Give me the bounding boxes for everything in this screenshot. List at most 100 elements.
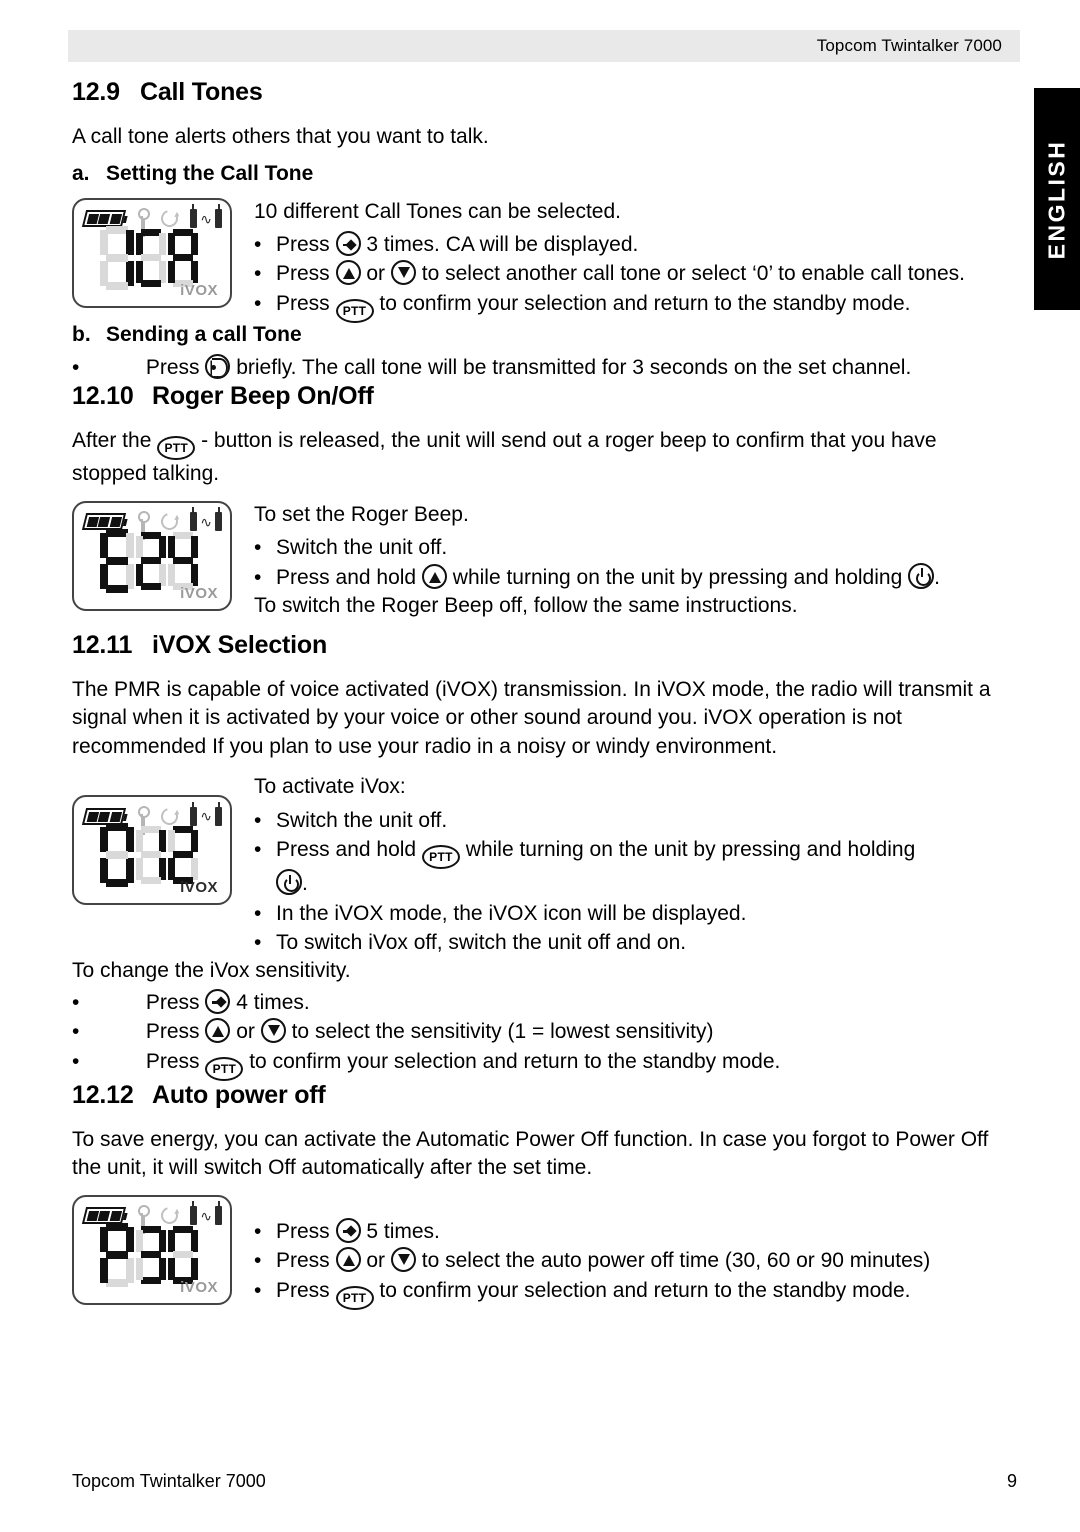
lcd-seg-digit-1: [100, 225, 134, 290]
list-item: • Press or to select the sensitivity (1 …: [72, 1017, 1017, 1046]
list-item: • In the iVOX mode, the iVOX icon will be…: [254, 899, 1017, 928]
bullet-text-post: to select the auto power off time (30, 6…: [421, 1249, 931, 1273]
bullet-glyph: •: [72, 1049, 80, 1073]
lcd-ivox-label: iVOX: [180, 879, 218, 897]
bullet-text-post: to confirm your selection and return to …: [379, 1278, 911, 1302]
bullet-text-pre: Press: [276, 1249, 330, 1273]
bullet-glyph: •: [254, 1219, 262, 1243]
list-item: • Switch the unit off.: [254, 806, 1017, 835]
page-content: 12.9 Call Tones A call tone alerts others…: [72, 78, 1017, 1310]
power-button-icon[interactable]: [276, 869, 302, 896]
lcd-seg-digit-1: [100, 823, 134, 888]
lcd-col-roger-beep: ∿ iVOX: [72, 500, 232, 611]
bullet-glyph: •: [254, 808, 262, 832]
down-arrow-icon[interactable]: [390, 260, 416, 286]
bullet-text-post: 5 times.: [366, 1219, 440, 1243]
lcd-seg-digit-2: [136, 1225, 166, 1284]
bullet-glyph: •: [254, 1278, 262, 1302]
battery-icon: [81, 1207, 127, 1225]
auto-power-off-row: ∿ iVOX • Press 5 times. • Press or to se…: [72, 1194, 1017, 1310]
ptt-button-icon[interactable]: PTT: [335, 298, 374, 323]
roger-beep-intro: After the PTT - button is released, the …: [72, 427, 1017, 489]
roger-beep-closing: To switch the Roger Beep off, follow the…: [254, 594, 798, 618]
down-arrow-icon[interactable]: [260, 1018, 286, 1044]
subsection-heading-setting-call-tone: a. Setting the Call Tone: [72, 162, 1017, 186]
lcd-col-auto-power-off: ∿ iVOX: [72, 1194, 232, 1305]
language-tab-label: ENGLISH: [1043, 139, 1070, 259]
bullet-text-pre: Press: [145, 1049, 200, 1073]
call-tone-icon[interactable]: [205, 353, 231, 379]
lcd-seg-digit-3: [168, 531, 198, 590]
footer-title: Topcom Twintalker 7000: [72, 1471, 266, 1491]
bullet-text-post: to confirm your selection and return to …: [249, 1049, 781, 1073]
battery-icon: [81, 807, 127, 825]
lcd-digits-auto-power-off: [74, 1222, 224, 1287]
menu-scan-icon[interactable]: [205, 988, 231, 1014]
up-arrow-icon[interactable]: [421, 563, 447, 589]
bullet-text-mid: or: [236, 1020, 255, 1044]
bullet-text: Switch the unit off.: [276, 536, 448, 560]
up-arrow-icon[interactable]: [335, 260, 361, 286]
ivox-bullet-list: • Switch the unit off. • Press and hold PT…: [254, 806, 1017, 958]
bullet-text-post: briefly. The call tone will be transmitt…: [236, 355, 912, 379]
lcd-seg-digit-2: [136, 531, 166, 590]
bullet-text-pre: Press: [276, 1219, 330, 1243]
menu-scan-icon[interactable]: [335, 231, 361, 257]
bullet-text-post: .: [302, 872, 308, 896]
roger-beep-intro-pre: After the: [72, 429, 152, 453]
lcd-seg-digit-3: [168, 228, 198, 287]
up-arrow-icon[interactable]: [335, 1247, 361, 1273]
call-tones-lead: 10 different Call Tones can be selected.: [254, 199, 621, 223]
lcd-ivox-label: iVOX: [180, 281, 218, 299]
power-button-icon[interactable]: [908, 562, 935, 589]
subsection-heading-sending-call-tone: b. Sending a call Tone: [72, 323, 1017, 347]
ivox-activate-instructions: To activate iVox: • Switch the unit off. …: [232, 773, 1017, 957]
bullet-text-mid: or: [366, 1249, 386, 1273]
lcd-ivox-label: iVOX: [180, 584, 218, 602]
bullet-text-mid: while turning on the unit by pressing an…: [452, 565, 903, 589]
battery-icon: [81, 210, 127, 228]
section-title: Roger Beep On/Off: [152, 382, 374, 411]
bullet-text-pre: Press: [276, 1278, 330, 1302]
lcd-seg-digit-1: [100, 1222, 134, 1287]
ptt-button-icon[interactable]: PTT: [205, 1056, 244, 1081]
ivox-lead: To activate iVox:: [254, 775, 406, 799]
ptt-button-icon[interactable]: PTT: [157, 436, 196, 461]
bullet-glyph: •: [254, 1249, 262, 1273]
bullet-glyph: •: [254, 838, 262, 862]
bullet-text-pre: Press and hold: [276, 565, 417, 589]
bullet-text-pre: Press: [276, 262, 330, 286]
list-item: • Press PTT to confirm your selection and…: [254, 1276, 1017, 1310]
bullet-glyph: •: [254, 536, 262, 560]
menu-scan-icon[interactable]: [335, 1217, 361, 1243]
bullet-glyph: •: [254, 262, 262, 286]
ivox-sensitivity-list: • Press 4 times. • Press or to select th…: [72, 988, 1017, 1081]
lcd-digits-roger-beep: [74, 528, 224, 593]
down-arrow-icon[interactable]: [390, 1247, 416, 1273]
roger-beep-intro-post: - button is released, the unit will send…: [72, 429, 937, 486]
lcd-digits-ivox: [74, 823, 224, 888]
bullet-text-post: .: [934, 565, 940, 589]
bullet-text-mid: or: [366, 262, 386, 286]
ptt-button-icon[interactable]: PTT: [335, 1285, 374, 1310]
list-item: • Press 3 times. CA will be displayed.: [254, 230, 1017, 259]
subsection-letter: a.: [72, 161, 90, 185]
lcd-seg-digit-3: [168, 1225, 198, 1284]
roger-beep-bullet-list: • Switch the unit off. • Press and hold wh…: [254, 533, 1017, 592]
roger-beep-row: ∿ iVOX To set the Roger Beep. • Switch t…: [72, 500, 1017, 631]
section-number: 12.9: [72, 78, 120, 106]
roger-beep-instructions: To set the Roger Beep. • Switch the unit …: [232, 501, 1017, 631]
auto-power-off-bullet-list: • Press 5 times. • Press or to select the …: [254, 1217, 1017, 1310]
lcd-seg-digit-3: [168, 826, 198, 885]
up-arrow-icon[interactable]: [205, 1018, 231, 1044]
lcd-col-call-tones: ∿ iVOX: [72, 197, 232, 308]
ptt-button-icon[interactable]: PTT: [421, 845, 460, 870]
bullet-text-post: 4 times.: [236, 990, 310, 1014]
list-item: • Press 4 times.: [72, 988, 1017, 1017]
bullet-glyph: •: [254, 291, 262, 315]
roger-beep-lead: To set the Roger Beep.: [254, 502, 469, 526]
bullet-text-post: to select the sensitivity (1 = lowest se…: [291, 1020, 714, 1044]
ivox-intro: The PMR is capable of voice activated (i…: [72, 677, 991, 758]
footer-page-number: 9: [1006, 1471, 1017, 1491]
call-tones-intro: A call tone alerts others that you want …: [72, 125, 489, 148]
